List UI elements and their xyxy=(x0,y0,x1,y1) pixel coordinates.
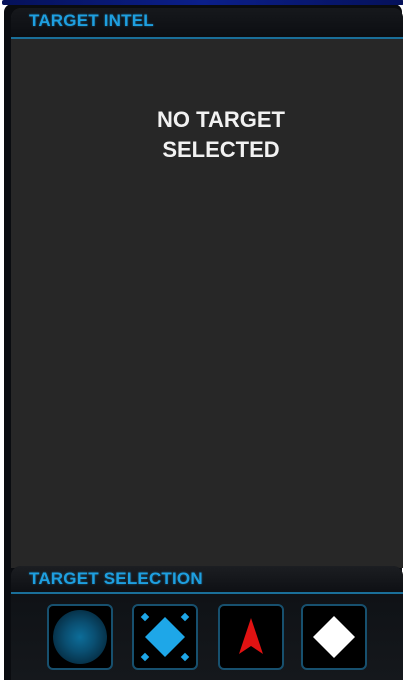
select-blue-diamond-button[interactable] xyxy=(132,604,198,670)
select-red-arrow-button[interactable] xyxy=(218,604,284,670)
select-sphere-button[interactable] xyxy=(47,604,113,670)
target-intel-header: TARGET INTEL xyxy=(11,8,403,39)
target-selection-panel: TARGET SELECTION xyxy=(11,566,403,680)
target-intel-panel: TARGET INTEL NO TARGET SELECTED xyxy=(11,8,403,568)
top-accent-bar xyxy=(2,0,403,5)
target-selection-header: TARGET SELECTION xyxy=(11,566,403,594)
red-arrow-icon xyxy=(239,618,263,654)
blue-sphere-icon xyxy=(53,610,107,664)
white-diamond-icon xyxy=(313,616,355,658)
hud-frame: TARGET INTEL NO TARGET SELECTED TARGET S… xyxy=(0,0,403,680)
select-white-diamond-button[interactable] xyxy=(301,604,367,670)
target-intel-title: TARGET INTEL xyxy=(29,11,154,30)
target-selection-title: TARGET SELECTION xyxy=(29,569,203,588)
no-target-message: NO TARGET SELECTED xyxy=(157,107,285,162)
blue-diamond-icon xyxy=(140,612,190,662)
